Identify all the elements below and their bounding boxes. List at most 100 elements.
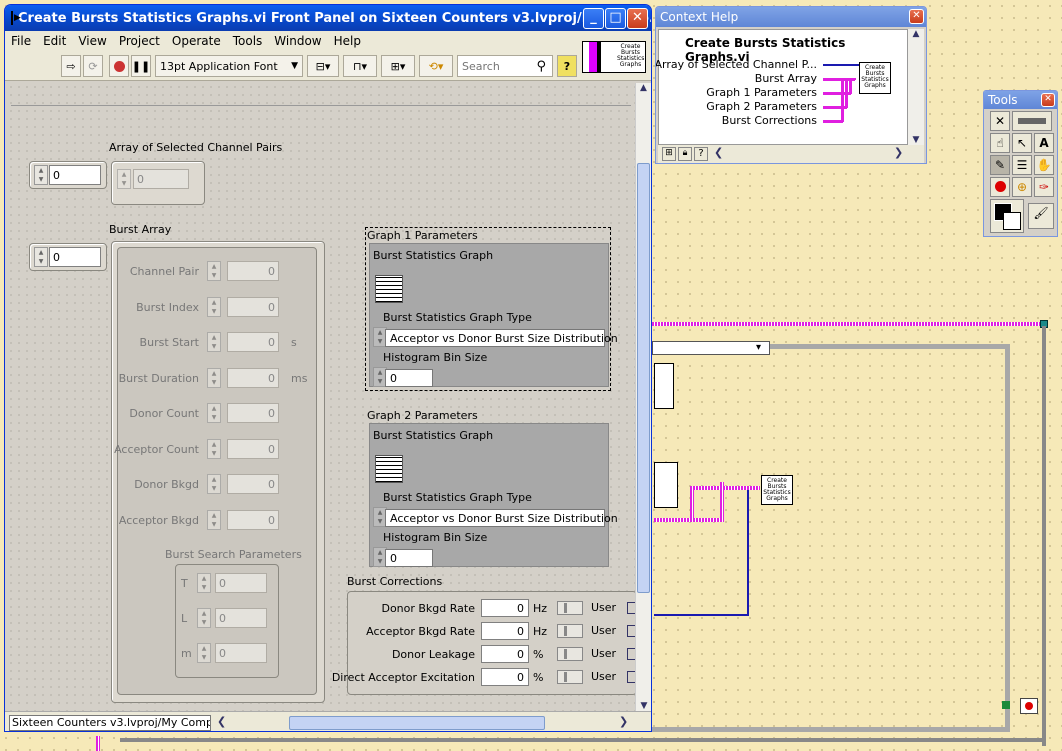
search-param-spinner[interactable]: ▲ ▼: [197, 643, 211, 663]
graph2-type-ring[interactable]: Acceptor vs Donor Burst Size Distributio…: [385, 509, 618, 527]
burst-field-spinner[interactable]: ▲ ▼: [207, 403, 221, 423]
burst-field-value[interactable]: 0: [227, 332, 279, 352]
menu-edit[interactable]: Edit: [43, 34, 66, 48]
search-box[interactable]: ⚲: [457, 55, 553, 77]
menu-operate[interactable]: Operate: [172, 34, 221, 48]
distribute-objects-icon[interactable]: ⊓▾: [343, 55, 377, 77]
correction-value[interactable]: 0: [481, 622, 529, 640]
array-selected-index-spinner[interactable]: ▲ ▼: [34, 165, 48, 185]
search-param-value[interactable]: 0: [215, 643, 267, 663]
burst-field-value[interactable]: 0: [227, 509, 279, 530]
vi-icon[interactable]: Create Bursts Statistics Graphs: [582, 41, 646, 73]
burst-field-spinner[interactable]: ▲ ▼: [207, 332, 221, 352]
resize-objects-icon[interactable]: ⊞▾: [381, 55, 415, 77]
burst-field-spinner[interactable]: ▲ ▼: [207, 367, 221, 388]
scroll-hand-icon[interactable]: ✋: [1034, 155, 1054, 175]
correction-value[interactable]: 0: [481, 599, 529, 617]
graph1-bin-input[interactable]: 0: [385, 369, 433, 387]
context-help-close-button[interactable]: ✕: [909, 9, 924, 24]
help-scroll-right[interactable]: ❯: [894, 146, 903, 159]
detail-toggle-icon[interactable]: ⊞: [662, 147, 676, 161]
burst-field-spinner[interactable]: ▲ ▼: [207, 261, 221, 281]
reorder-icon[interactable]: ⟲▾: [419, 55, 453, 77]
vertical-scrollbar[interactable]: ▲ ▼: [635, 83, 651, 711]
color-copy-icon[interactable]: ✑: [1034, 177, 1054, 197]
help-scroll-left[interactable]: ❮: [714, 146, 723, 159]
vertical-scroll-thumb[interactable]: [637, 163, 650, 593]
search-icon[interactable]: ⚲: [536, 59, 546, 74]
paint-brush-icon[interactable]: 🖌︎: [1028, 203, 1054, 229]
breakpoint-icon[interactable]: [990, 177, 1010, 197]
auto-tool-icon[interactable]: ✕: [990, 111, 1010, 131]
run-arrow-icon[interactable]: ⇨: [61, 55, 81, 77]
burst-field-spinner[interactable]: ▲ ▼: [207, 474, 221, 494]
graph1-type-ring[interactable]: Acceptor vs Donor Burst Size Distributio…: [385, 329, 618, 347]
lock-icon[interactable]: 🔒︎: [678, 147, 692, 161]
burst-field-spinner[interactable]: ▲ ▼: [207, 438, 221, 459]
burst-field-value[interactable]: 0: [227, 474, 279, 494]
help-icon[interactable]: ?: [557, 55, 577, 77]
array-selected-value[interactable]: 0: [133, 169, 189, 189]
context-help-vscroll[interactable]: ▲ ▼: [908, 29, 924, 145]
burst-field-spinner[interactable]: ▲ ▼: [207, 509, 221, 530]
maximize-button[interactable]: □: [605, 8, 626, 29]
array-selected-element-spinner[interactable]: ▲ ▼: [117, 169, 131, 189]
correction-checkbox[interactable]: [627, 648, 635, 660]
burst-field-value[interactable]: 0: [227, 438, 279, 459]
burst-field-value[interactable]: 0: [227, 367, 279, 388]
abort-icon[interactable]: [109, 55, 129, 77]
search-param-value[interactable]: 0: [215, 608, 267, 628]
search-param-value[interactable]: 0: [215, 573, 267, 593]
graph2-bin-input[interactable]: 0: [385, 549, 433, 567]
scroll-right-arrow[interactable]: ❯: [619, 715, 628, 728]
correction-value[interactable]: 0: [481, 645, 529, 663]
pause-icon[interactable]: ❚❚: [131, 55, 151, 77]
burst-field-spinner[interactable]: ▲ ▼: [207, 296, 221, 317]
menu-view[interactable]: View: [78, 34, 106, 48]
search-param-spinner[interactable]: ▲ ▼: [197, 573, 211, 593]
context-help-title-bar[interactable]: Context Help: [656, 7, 926, 27]
probe-icon[interactable]: ⊕: [1012, 177, 1032, 197]
scroll-up-arrow[interactable]: ▲: [636, 83, 651, 99]
menu-help[interactable]: Help: [334, 34, 361, 48]
auto-select-bar-icon[interactable]: [1012, 111, 1052, 131]
correction-switch[interactable]: [557, 601, 583, 615]
horizontal-scroll-thumb[interactable]: [289, 716, 545, 730]
tools-close-button[interactable]: ✕: [1041, 93, 1055, 107]
search-param-spinner[interactable]: ▲ ▼: [197, 608, 211, 628]
correction-switch[interactable]: [557, 670, 583, 684]
burst-array-index-spinner[interactable]: ▲ ▼: [34, 247, 48, 267]
scroll-left-arrow[interactable]: ❮: [217, 715, 226, 728]
run-continuously-icon[interactable]: ⟳: [83, 55, 103, 77]
graph1-chart-icon[interactable]: [375, 275, 403, 303]
burst-field-value[interactable]: 0: [227, 296, 279, 317]
edit-text-icon[interactable]: A: [1034, 133, 1054, 153]
set-color-icon[interactable]: [990, 199, 1024, 233]
menu-tools[interactable]: Tools: [233, 34, 263, 48]
burst-field-value[interactable]: 0: [227, 403, 279, 423]
correction-checkbox[interactable]: [627, 625, 635, 637]
menu-file[interactable]: File: [11, 34, 31, 48]
correction-switch[interactable]: [557, 647, 583, 661]
align-objects-icon[interactable]: ⊟▾: [307, 55, 339, 77]
connect-wire-icon[interactable]: ✎: [990, 155, 1010, 175]
correction-value[interactable]: 0: [481, 668, 529, 686]
loop-stop-terminal[interactable]: [1020, 698, 1038, 714]
position-arrow-icon[interactable]: ↖: [1012, 133, 1032, 153]
graph2-chart-icon[interactable]: [375, 455, 403, 483]
menu-project[interactable]: Project: [119, 34, 160, 48]
minimize-button[interactable]: _: [583, 8, 604, 29]
subvi-node-block-diagram[interactable]: Create Bursts Statistics Graphs: [761, 475, 793, 505]
operate-hand-icon[interactable]: ☝: [990, 133, 1010, 153]
shortcut-menu-icon[interactable]: ☰: [1012, 155, 1032, 175]
burst-array-index[interactable]: 0: [49, 247, 101, 267]
burst-field-value[interactable]: 0: [227, 261, 279, 281]
close-button[interactable]: ✕: [627, 8, 648, 29]
correction-checkbox[interactable]: [627, 671, 635, 683]
correction-checkbox[interactable]: [627, 602, 635, 614]
menu-window[interactable]: Window: [274, 34, 321, 48]
array-selected-index[interactable]: 0: [49, 165, 101, 185]
help-question-icon[interactable]: ?: [694, 147, 708, 161]
search-input[interactable]: [462, 59, 524, 73]
front-panel-title-bar[interactable]: ▶ Create Bursts Statistics Graphs.vi Fro…: [5, 5, 651, 31]
